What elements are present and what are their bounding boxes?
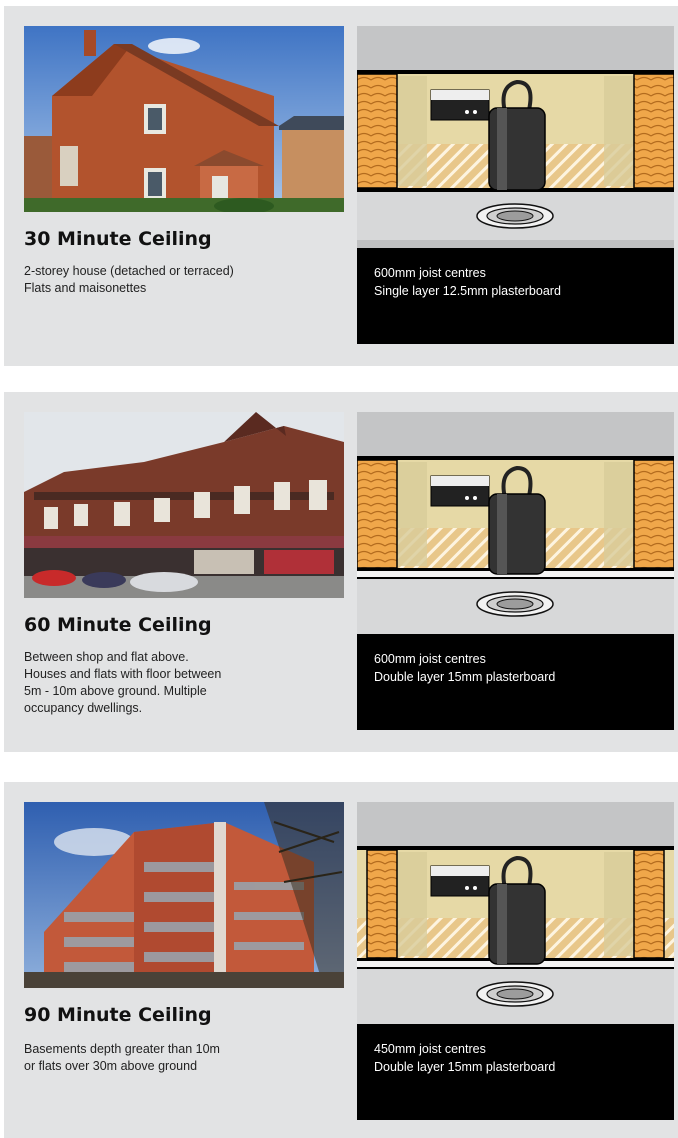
section-description: Basements depth greater than 10m or flat… [24, 1041, 344, 1075]
spec-joist-centres: 600mm joist centres [374, 652, 486, 666]
description-line: Between shop and flat above. [24, 650, 189, 664]
downlight-fitting-icon [357, 412, 674, 634]
description-line: Houses and flats with floor between [24, 667, 222, 681]
two-storey-house-image [24, 26, 344, 212]
shops-photo [24, 412, 344, 598]
ceiling-diagram: 600mm joist centres Double layer 15mm pl… [357, 412, 674, 730]
downlight-fitting-icon [357, 26, 674, 248]
spec-plasterboard: Double layer 15mm plasterboard [374, 670, 556, 684]
ceiling-diagram: 600mm joist centres Single layer 12.5mm … [357, 26, 674, 344]
section-60-minute: 60 Minute Ceiling Between shop and flat … [4, 392, 678, 752]
description-line: Basements depth greater than 10m [24, 1042, 220, 1056]
description-line: Flats and maisonettes [24, 281, 147, 295]
apartments-photo [24, 802, 344, 988]
description-line: or flats over 30m above ground [24, 1059, 198, 1073]
description-line: 5m - 10m above ground. Multiple [24, 684, 207, 698]
ceiling-spec: 600mm joist centres Double layer 15mm pl… [374, 650, 555, 686]
house-photo [24, 26, 344, 212]
ceiling-spec: 450mm joist centres Double layer 15mm pl… [374, 1040, 555, 1076]
spec-joist-centres: 600mm joist centres [374, 266, 486, 280]
description-line: 2-storey house (detached or terraced) [24, 264, 234, 278]
section-90-minute: 90 Minute Ceiling Basements depth greate… [4, 782, 678, 1138]
description-line: occupancy dwellings. [24, 701, 143, 715]
spec-joist-centres: 450mm joist centres [374, 1042, 486, 1056]
ceiling-spec: 600mm joist centres Single layer 12.5mm … [374, 264, 561, 300]
spec-plasterboard: Single layer 12.5mm plasterboard [374, 284, 561, 298]
section-description: Between shop and flat above. Houses and … [24, 649, 344, 717]
apartment-block-image [24, 802, 344, 988]
section-title: 90 Minute Ceiling [24, 1004, 212, 1026]
ceiling-diagram: 450mm joist centres Double layer 15mm pl… [357, 802, 674, 1120]
spec-plasterboard: Double layer 15mm plasterboard [374, 1060, 556, 1074]
shops-with-flats-image [24, 412, 344, 598]
section-description: 2-storey house (detached or terraced) Fl… [24, 263, 344, 297]
downlight-fitting-icon [357, 802, 674, 1024]
section-title: 60 Minute Ceiling [24, 614, 212, 636]
section-30-minute: 30 Minute Ceiling 2-storey house (detach… [4, 6, 678, 366]
section-title: 30 Minute Ceiling [24, 228, 212, 250]
